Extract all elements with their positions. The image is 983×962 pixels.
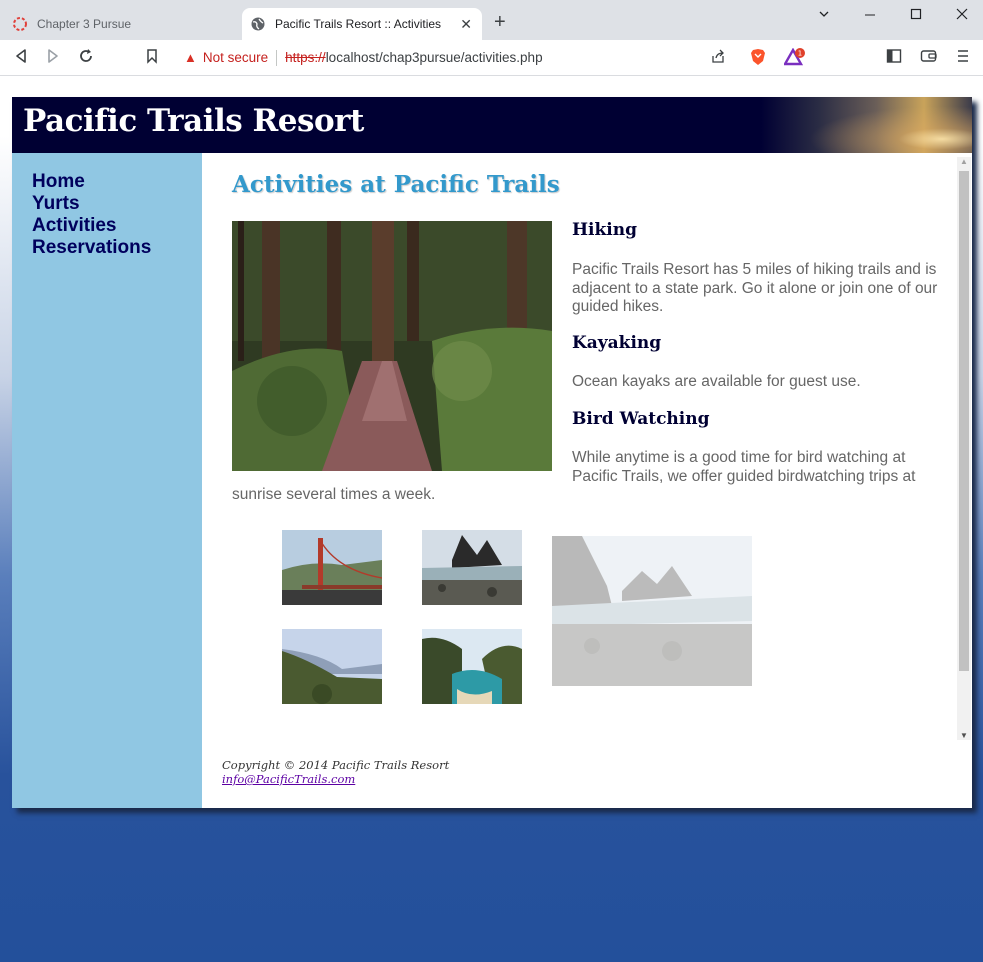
content-scrollbar[interactable]: ▲ ▼: [957, 157, 971, 740]
activity-heading-hiking: Hiking: [572, 220, 638, 240]
maximize-icon[interactable]: [910, 8, 922, 23]
nav-activities[interactable]: Activities: [32, 215, 151, 237]
rewards-badge: 1: [798, 50, 802, 58]
thumbnail-waterfall-cove[interactable]: [422, 629, 522, 704]
nav-yurts[interactable]: Yurts: [32, 193, 151, 215]
close-tab-icon[interactable]: ✕: [460, 16, 472, 33]
main-nav: Home Yurts Activities Reservations: [32, 171, 151, 259]
thumbnail-golden-gate[interactable]: [282, 530, 382, 605]
brave-rewards-icon[interactable]: 1: [782, 47, 806, 71]
scroll-down-arrow-icon[interactable]: ▼: [960, 731, 968, 740]
footer-email-link[interactable]: info@PacificTrails.com: [222, 772, 355, 786]
activity-heading-bird-watching: Bird Watching: [572, 409, 710, 429]
close-window-icon[interactable]: [956, 8, 968, 23]
nav-home[interactable]: Home: [32, 171, 151, 193]
browser-toolbar: ▲ Not secure https:// localhost/chap3pur…: [0, 40, 983, 76]
nav-reservations[interactable]: Reservations: [32, 237, 151, 259]
main-content: Activities at Pacific Trails Hiking Paci…: [202, 153, 972, 808]
tab-activities[interactable]: Pacific Trails Resort :: Activities ✕: [242, 8, 482, 40]
back-icon[interactable]: [14, 48, 28, 69]
activity-text-hiking: Pacific Trails Resort has 5 miles of hik…: [572, 261, 938, 315]
menu-icon[interactable]: [957, 48, 969, 69]
url-scheme: https://: [285, 50, 326, 65]
bookmark-icon[interactable]: [146, 48, 158, 69]
activity-text-bird-watching-wrap: sunrise several times a week.: [232, 486, 436, 503]
site-footer: Copyright © 2014 Pacific Trails Resort i…: [222, 758, 449, 786]
reload-icon[interactable]: [78, 48, 94, 69]
tab-title: Chapter 3 Pursue: [37, 17, 132, 31]
scroll-thumb[interactable]: [959, 171, 969, 671]
site-header: Pacific Trails Resort: [12, 97, 972, 153]
divider: [276, 49, 278, 66]
thumbnail-coastline[interactable]: [282, 629, 382, 704]
security-label[interactable]: Not secure: [203, 50, 268, 65]
globe-icon: [250, 16, 266, 32]
thumbnail-rocky-beach[interactable]: [422, 530, 522, 605]
url-text: localhost/chap3pursue/activities.php: [325, 50, 543, 65]
sidebar-icon[interactable]: [886, 48, 902, 69]
copyright-text: Copyright © 2014 Pacific Trails Resort: [222, 758, 450, 772]
minimize-icon[interactable]: [864, 8, 876, 23]
site-wrapper: Pacific Trails Resort Home Yurts Activit…: [12, 97, 972, 808]
gallery-large-image: [552, 536, 752, 686]
activity-text-kayaking: Ocean kayaks are available for guest use…: [572, 373, 861, 390]
activity-heading-kayaking: Kayaking: [572, 333, 662, 353]
scroll-up-arrow-icon[interactable]: ▲: [960, 157, 968, 166]
warning-icon: ▲: [184, 50, 197, 65]
page-title: Activities at Pacific Trails: [232, 171, 560, 198]
brave-shields-icon[interactable]: [750, 48, 766, 71]
loading-spinner-icon: [12, 16, 28, 32]
forward-icon[interactable]: [46, 48, 60, 69]
wallet-icon[interactable]: [920, 48, 938, 69]
trail-photo: [232, 221, 552, 471]
tab-search-chevron-icon[interactable]: [818, 8, 830, 23]
browser-tab-bar: Chapter 3 Pursue Pacific Trails Resort :…: [0, 0, 983, 40]
sunset-banner-image: [772, 97, 972, 153]
tab-title: Pacific Trails Resort :: Activities: [275, 17, 442, 31]
page-viewport: Pacific Trails Resort Home Yurts Activit…: [0, 76, 983, 962]
activity-text-bird-watching: While anytime is a good time for bird wa…: [572, 449, 916, 485]
tab-chapter-3-pursue[interactable]: Chapter 3 Pursue: [8, 8, 238, 40]
site-title: Pacific Trails Resort: [23, 103, 364, 139]
share-icon[interactable]: [710, 48, 726, 69]
new-tab-button[interactable]: +: [494, 12, 506, 32]
